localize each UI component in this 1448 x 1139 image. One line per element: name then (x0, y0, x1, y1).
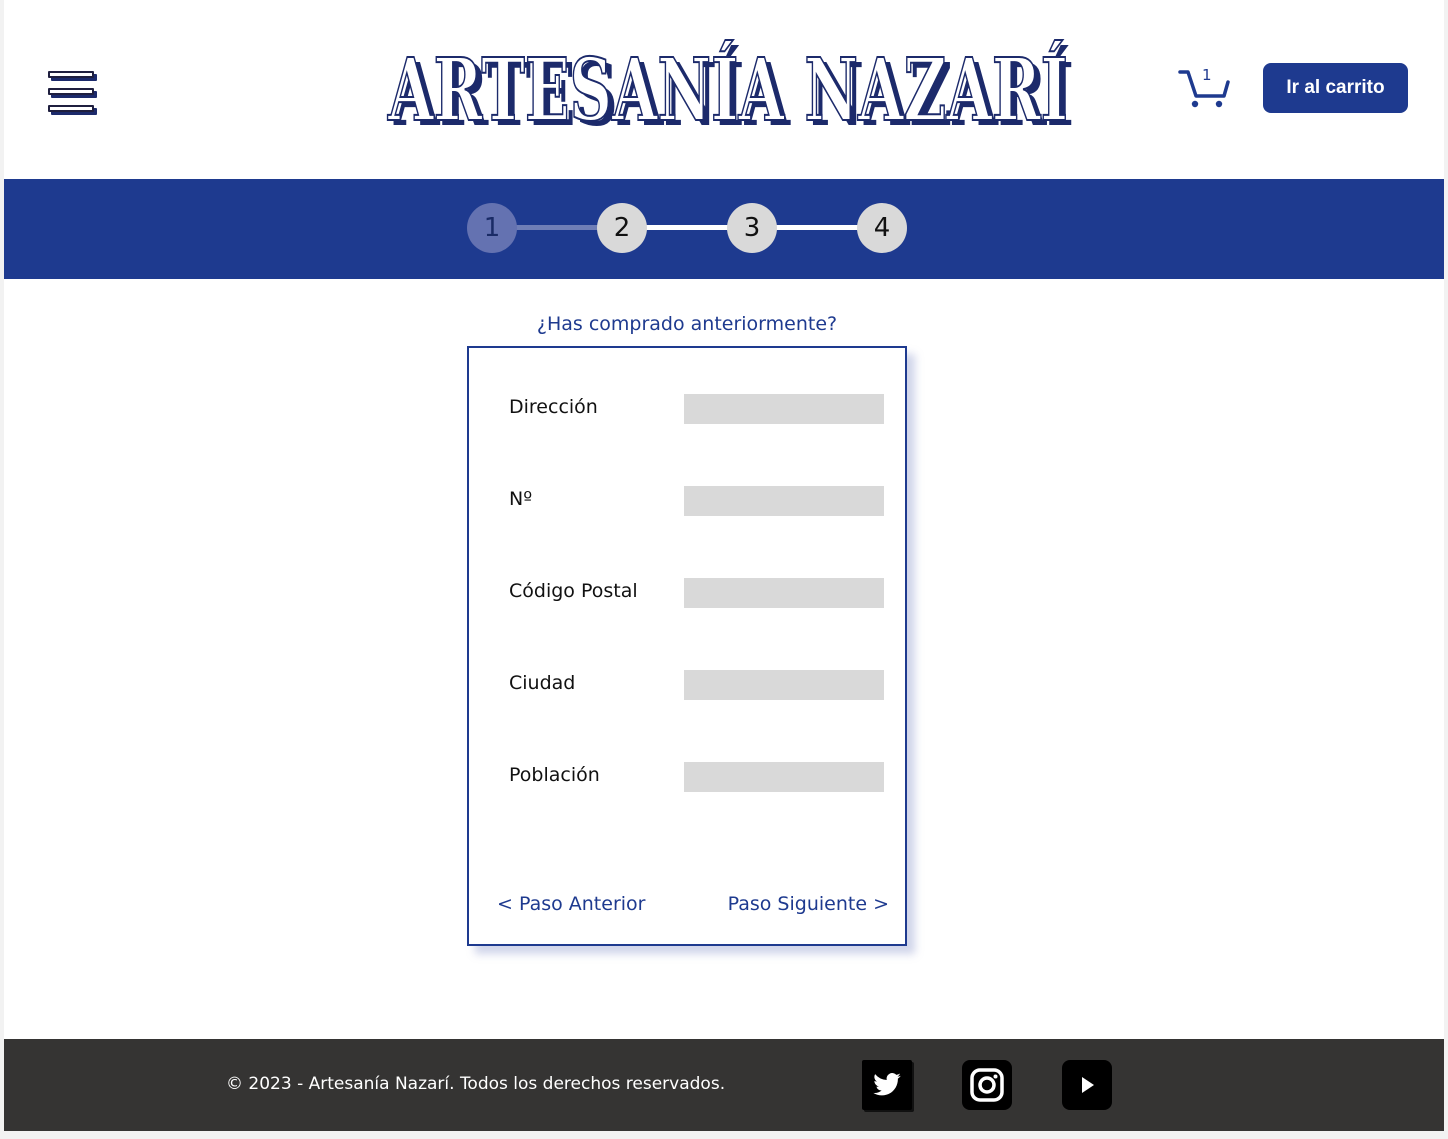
site-footer: © 2023 - Artesanía Nazarí. Todos los der… (4, 1039, 1444, 1131)
cart-icon[interactable]: 1 (1174, 62, 1230, 112)
step-3[interactable]: 3 (727, 203, 777, 253)
youtube-icon[interactable] (1062, 1060, 1112, 1110)
town-input[interactable] (684, 762, 884, 792)
instagram-icon[interactable] (962, 1060, 1012, 1110)
number-input[interactable] (684, 486, 884, 516)
cart-count-badge: 1 (1202, 66, 1212, 84)
field-label: Dirección (509, 396, 598, 418)
field-label: Población (509, 764, 600, 786)
address-input[interactable] (684, 394, 884, 424)
postal-code-input[interactable] (684, 578, 884, 608)
previous-step-link[interactable]: < Paso Anterior (497, 893, 645, 915)
next-step-link[interactable]: Paso Siguiente > (728, 893, 889, 915)
field-label: Nº (509, 488, 533, 510)
returning-customer-link[interactable]: ¿Has comprado anteriormente? (467, 313, 907, 335)
logo-text: ARTESANÍA NAZARÍ (387, 40, 1068, 141)
twitter-icon[interactable] (862, 1060, 912, 1110)
checkout-stepper: 1 2 3 4 (4, 179, 1444, 279)
step-2[interactable]: 2 (597, 203, 647, 253)
menu-icon[interactable] (46, 70, 98, 122)
copyright-text: © 2023 - Artesanía Nazarí. Todos los der… (226, 1074, 726, 1094)
field-label: Ciudad (509, 672, 576, 694)
page: ARTESANÍA NAZARÍ ARTESANÍA NAZARÍ 1 Ir a… (4, 0, 1444, 1131)
go-to-cart-button[interactable]: Ir al carrito (1263, 63, 1408, 113)
address-form: Dirección Nº Código Postal Ciudad Poblac… (467, 346, 907, 946)
field-label: Código Postal (509, 580, 638, 602)
step-1[interactable]: 1 (467, 203, 517, 253)
site-logo[interactable]: ARTESANÍA NAZARÍ ARTESANÍA NAZARÍ (382, 28, 1082, 146)
step-4[interactable]: 4 (857, 203, 907, 253)
site-header: ARTESANÍA NAZARÍ ARTESANÍA NAZARÍ 1 Ir a… (4, 0, 1444, 179)
city-input[interactable] (684, 670, 884, 700)
